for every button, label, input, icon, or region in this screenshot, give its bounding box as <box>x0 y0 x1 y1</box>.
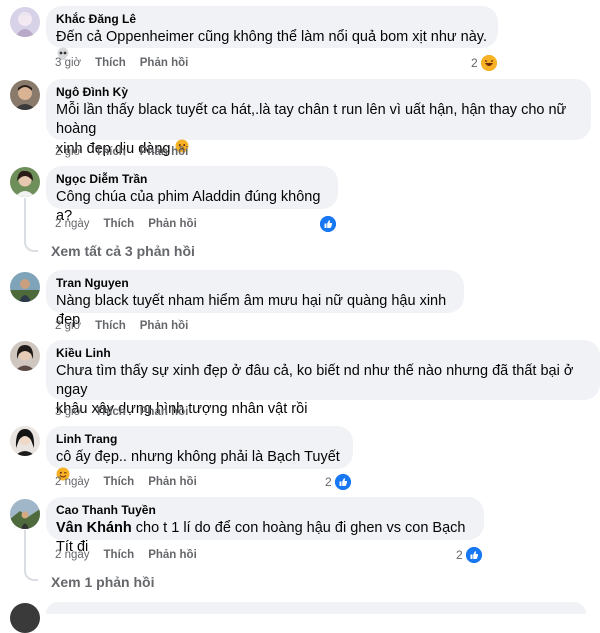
comment-author[interactable]: Cao Thanh Tuyền <box>56 503 473 518</box>
reaction-count-number: 2 <box>325 475 332 489</box>
comment-author[interactable]: Tran Nguyen <box>56 276 453 291</box>
comment-actions: 3 giờ Thích Phản hồi <box>55 406 202 418</box>
comment-author[interactable]: Kiều Linh <box>56 346 589 361</box>
reply-button[interactable]: Phản hồi <box>148 476 197 488</box>
comment-bubble: Ngọc Diễm Trần Công chúa của phim Aladdi… <box>46 166 338 224</box>
reply-button[interactable]: Phản hồi <box>140 320 189 332</box>
comment-bubble: Tran Nguyen Nàng black tuyết nham hiểm â… <box>46 270 464 328</box>
haha-icon <box>480 55 497 71</box>
avatar[interactable] <box>10 499 40 529</box>
comment-bubble: Linh Trang cô ấy đẹp.. nhưng không phải … <box>46 426 353 481</box>
comment-actions: 2 ngày Thích Phản hồi <box>55 476 211 488</box>
avatar <box>10 603 40 633</box>
comment-bubble: Cao Thanh Tuyền Vân Khánh cho t 1 lí do … <box>46 497 484 555</box>
like-button[interactable]: Thích <box>95 406 126 418</box>
comment-actions: 2 ngày Thích Phản hồi <box>55 549 211 561</box>
avatar[interactable] <box>10 7 40 37</box>
like-button[interactable]: Thích <box>104 218 135 230</box>
like-button[interactable]: Thích <box>95 57 126 69</box>
thread-line <box>24 530 26 567</box>
like-icon <box>334 474 351 490</box>
comment-author[interactable]: Ngô Đình Kỳ <box>56 85 580 100</box>
comment-time[interactable]: 2 giờ <box>55 320 81 332</box>
thread-line <box>24 198 26 238</box>
reply-button[interactable]: Phản hồi <box>140 146 189 158</box>
comment-author[interactable]: Linh Trang <box>56 432 342 447</box>
reply-button[interactable]: Phản hồi <box>148 218 197 230</box>
comment-bubble: Ngô Đình Kỳ Mỗi lần thấy black tuyết ca … <box>46 79 591 157</box>
comment-actions: 2 ngày Thích Phản hồi <box>55 218 211 230</box>
reply-button[interactable]: Phản hồi <box>148 549 197 561</box>
thread-connector <box>24 238 38 252</box>
reaction-count[interactable]: 2 <box>325 474 351 490</box>
thread-connector <box>24 567 38 581</box>
avatar-image <box>10 341 40 371</box>
like-icon <box>465 547 482 563</box>
comment-bubble: Kiều Linh Chưa tìm thấy sự xinh đẹp ở đâ… <box>46 340 600 417</box>
reply-button[interactable]: Phản hồi <box>140 57 189 69</box>
comment-text-line: Mỗi lần thấy black tuyết ca hát,.là tay … <box>56 102 567 137</box>
next-comment-partial <box>46 602 586 614</box>
comment-time[interactable]: 2 ngày <box>55 549 90 561</box>
comment-text-body: cô ấy đẹp.. nhưng không phải là Bạch Tuy… <box>56 449 340 465</box>
view-replies-button[interactable]: Xem tất cả 3 phản hồi <box>51 243 195 259</box>
comment-bubble: Khắc Đăng Lê Đến cả Oppenheimer cũng khô… <box>46 6 498 60</box>
avatar-image <box>10 167 40 197</box>
like-icon <box>320 216 336 232</box>
like-button[interactable]: Thích <box>104 549 135 561</box>
reply-button[interactable]: Phản hồi <box>140 406 189 418</box>
reaction-count-number: 2 <box>456 548 463 562</box>
comment-text-body: Đến cả Oppenheimer cũng không thể làm nổ… <box>56 29 487 45</box>
avatar-image <box>10 80 40 110</box>
avatar-image <box>10 7 40 37</box>
like-button[interactable]: Thích <box>104 476 135 488</box>
avatar-image <box>10 426 40 456</box>
avatar-image <box>10 499 40 529</box>
comment-actions: 2 giờ Thích Phản hồi <box>55 320 202 332</box>
comment-time[interactable]: 3 giờ <box>55 57 81 69</box>
reaction-count[interactable] <box>320 216 336 232</box>
like-button[interactable]: Thích <box>95 320 126 332</box>
avatar[interactable] <box>10 341 40 371</box>
comment-author[interactable]: Khắc Đăng Lê <box>56 12 487 27</box>
avatar[interactable] <box>10 80 40 110</box>
view-replies-button[interactable]: Xem 1 phản hồi <box>51 574 154 590</box>
avatar[interactable] <box>10 426 40 456</box>
avatar[interactable] <box>10 272 40 302</box>
comment-time[interactable]: 2 ngày <box>55 218 90 230</box>
comment-actions: 2 giờ Thích Phản hồi <box>55 146 202 158</box>
mention-link[interactable]: Vân Khánh <box>56 520 132 536</box>
comment-time[interactable]: 3 giờ <box>55 406 81 418</box>
comment-author[interactable]: Ngọc Diễm Trần <box>56 172 327 187</box>
comment-actions: 3 giờ Thích Phản hồi <box>55 57 202 69</box>
avatar-image <box>10 272 40 302</box>
comment-time[interactable]: 2 ngày <box>55 476 90 488</box>
like-button[interactable]: Thích <box>95 146 126 158</box>
reaction-count-number: 2 <box>471 56 478 70</box>
avatar[interactable] <box>10 167 40 197</box>
reaction-count[interactable]: 2 <box>456 547 482 563</box>
reaction-count[interactable]: 2 <box>471 55 497 71</box>
comment-text-line: Chưa tìm thấy sự xinh đẹp ở đâu cả, ko b… <box>56 363 574 398</box>
comment-time[interactable]: 2 giờ <box>55 146 81 158</box>
